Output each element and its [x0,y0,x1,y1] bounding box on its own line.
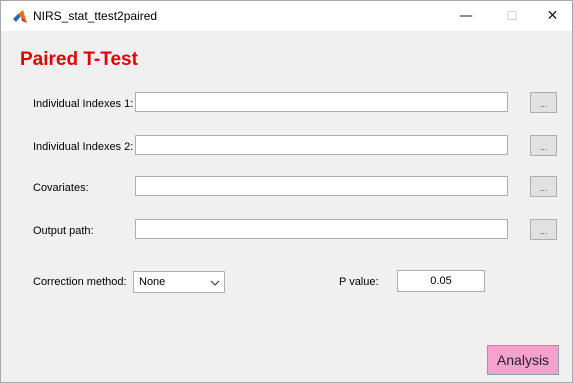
minimize-icon: — [459,8,473,24]
chevron-down-icon [210,280,220,286]
app-window: NIRS_stat_ttest2paired — ☐ ✕ Paired T-Te… [0,0,573,383]
window-title: NIRS_stat_ttest2paired [33,9,158,23]
analysis-button[interactable]: Analysis [487,345,559,375]
covariates-input[interactable] [135,176,508,196]
label-individual-indexes-2: Individual Indexes 2: [33,141,134,153]
browse-button-individual-indexes-2[interactable]: ... [530,135,557,156]
matlab-icon [13,10,27,23]
maximize-icon: ☐ [506,9,518,23]
title-bar: NIRS_stat_ttest2paired — ☐ ✕ [1,1,572,31]
label-output-path: Output path: [33,225,94,237]
correction-method-value: None [139,276,166,288]
correction-method-select[interactable]: None [133,271,225,293]
close-button[interactable]: ✕ [533,1,572,31]
label-p-value: P value: [339,276,379,288]
label-individual-indexes-1: Individual Indexes 1: [33,98,134,110]
p-value-input[interactable] [397,270,485,292]
browse-button-covariates[interactable]: ... [530,176,557,197]
label-correction-method: Correction method: [33,276,127,288]
page-title: Paired T-Test [20,49,138,70]
minimize-button[interactable]: — [443,1,489,31]
browse-button-individual-indexes-1[interactable]: ... [530,92,557,113]
close-icon: ✕ [546,8,559,24]
maximize-button[interactable]: ☐ [489,1,535,31]
browse-button-output-path[interactable]: ... [530,219,557,240]
label-covariates: Covariates: [33,182,89,194]
output-path-input[interactable] [135,219,508,239]
individual-indexes-1-input[interactable] [135,92,508,112]
individual-indexes-2-input[interactable] [135,135,508,155]
